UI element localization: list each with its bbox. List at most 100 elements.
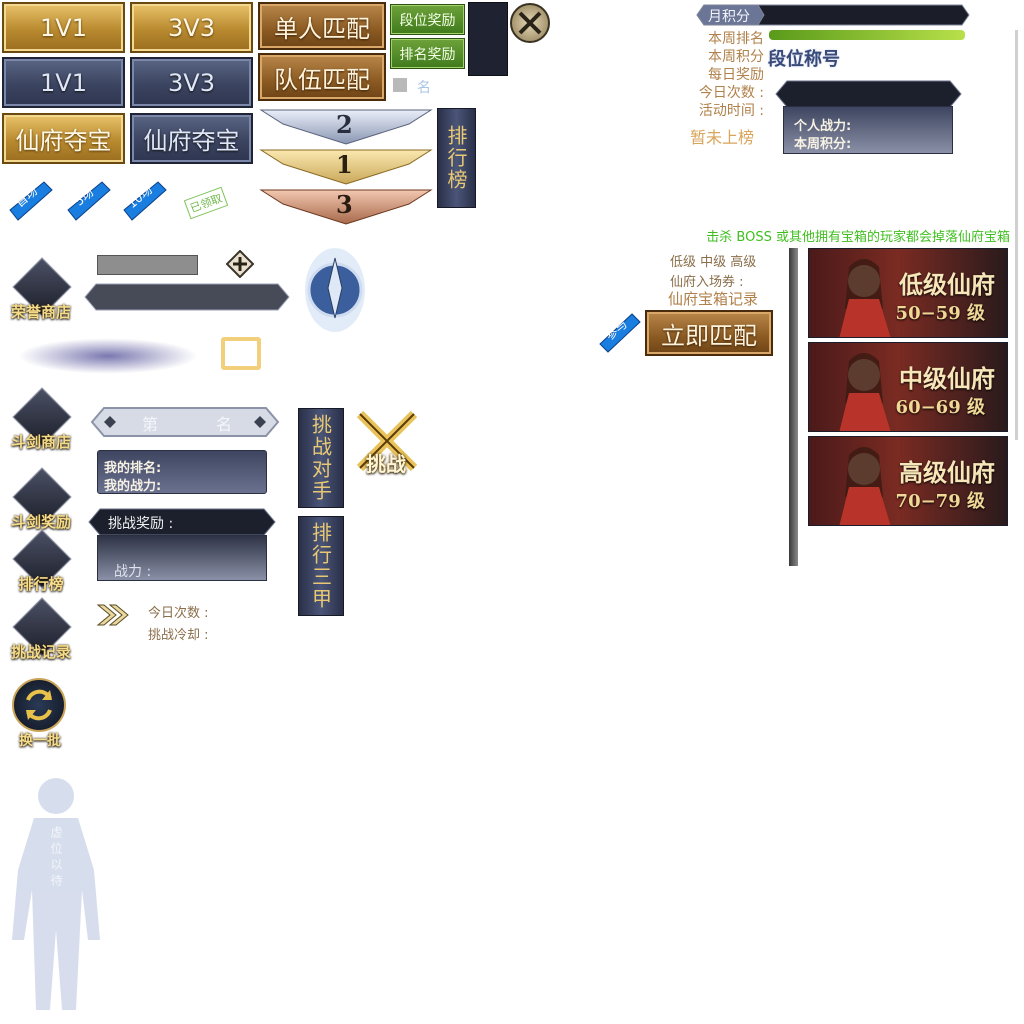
gold-3v3-label: 3V3 <box>168 13 215 42</box>
chest-record-link[interactable]: 仙府宝箱记录 <box>668 288 758 309</box>
match-now-label: 立即匹配 <box>661 321 757 350</box>
xianfu-card-low[interactable]: 低级仙府 50−59 级 <box>808 248 1008 338</box>
monthly-stats-panel: 个人战力: 本周积分: <box>783 106 953 154</box>
cooldown-label: 挑战冷却 : <box>148 628 209 643</box>
challenge-reward-header: 挑战奖励 : <box>88 508 276 536</box>
my-rank-label: 我的排名: <box>104 461 162 476</box>
slate-xianfu-button[interactable]: 仙府夺宝 <box>130 113 253 164</box>
rank-reward-label: 段位奖励 <box>399 12 456 29</box>
weekly-points-label: 本周积分 <box>708 49 764 65</box>
panel-power-label: 个人战力: <box>794 119 852 134</box>
ranking-reward-button[interactable]: 排名奖励 <box>390 38 465 69</box>
activity-time-label: 活动时间 : <box>698 103 764 119</box>
xianfu-card-high[interactable]: 高级仙府 70−79 级 <box>808 436 1008 526</box>
sword-shop-button[interactable]: 斗剑商店 <box>6 387 76 452</box>
top3-tab[interactable]: 排行三甲 <box>298 516 344 616</box>
today-count-label: 今日次数 : <box>698 85 764 101</box>
gold-3v3-button[interactable]: 3V3 <box>130 2 253 53</box>
ten-match-ribbon: 10场 <box>122 180 168 222</box>
gold-xianfu-label: 仙府夺宝 <box>15 127 112 155</box>
silhouette-text: 虚位以待 <box>49 826 63 890</box>
rank-slot-last: 名 <box>216 415 233 434</box>
gold-xianfu-button[interactable]: 仙府夺宝 <box>2 113 125 164</box>
slate-3v3-button[interactable]: 3V3 <box>130 57 253 108</box>
plus-icon[interactable] <box>225 249 255 279</box>
podium-second-label: 2 <box>336 110 353 139</box>
slate-3v3-label: 3V3 <box>168 68 215 97</box>
rank-marker-box <box>393 78 407 92</box>
ranking-menu-label: 排行榜 <box>18 575 64 593</box>
team-match-button[interactable]: 队伍匹配 <box>258 53 386 101</box>
challenge-badge-label: 挑战 <box>366 452 406 476</box>
placeholder-silhouette: 虚位以待 <box>4 770 104 1014</box>
honor-shop-label: 荣誉商店 <box>10 303 71 321</box>
honor-shop-button[interactable]: 荣誉商店 <box>6 257 76 322</box>
ranking-menu-button[interactable]: 排行榜 <box>6 529 76 594</box>
rank-reward-button[interactable]: 段位奖励 <box>390 4 465 35</box>
challenge-opponent-tab-label: 挑战对手 <box>308 414 333 502</box>
xianfu-card-low-title: 低级仙府 <box>899 270 995 299</box>
podium-third-label: 3 <box>336 190 353 219</box>
ranking-reward-label: 排名奖励 <box>399 46 456 63</box>
five-match-ribbon: 5场 <box>66 180 112 222</box>
claimed-stamp-label: 已领取 <box>188 191 224 216</box>
gold-1v1-button[interactable]: 1V1 <box>2 2 125 53</box>
xianfu-levels-line: 低级 中级 高级 <box>670 255 757 270</box>
dark-panel-slot <box>468 2 508 76</box>
close-icon[interactable] <box>510 3 550 43</box>
join-ribbon: 参与 <box>598 312 642 354</box>
xianfu-card-low-range: 50−59 级 <box>895 303 985 324</box>
xianfu-card-mid-title: 中级仙府 <box>899 364 995 393</box>
daily-reward-label: 每日奖励 <box>708 67 764 83</box>
gold-1v1-label: 1V1 <box>40 13 87 42</box>
rank-title-label: 段位称号 <box>768 49 840 70</box>
xianfu-scrollbar[interactable] <box>789 248 798 566</box>
refresh-button[interactable]: 换一批 <box>10 678 70 750</box>
weekly-rank-label: 本周排名 <box>708 31 764 47</box>
monthly-panel-header <box>775 80 962 108</box>
daily-count-label: 今日次数 : <box>148 606 209 621</box>
claimed-stamp: 已领取 <box>183 186 229 220</box>
rank-marker-label: 名 <box>417 80 431 96</box>
sword-emblem-icon <box>302 238 368 338</box>
monthly-progress-fill <box>769 30 965 40</box>
challenge-reward-label: 挑战奖励 : <box>108 516 174 532</box>
dark-name-bar <box>84 283 290 311</box>
top3-tab-label: 排行三甲 <box>308 522 333 610</box>
monthly-points-bar: 月积分 <box>696 4 970 26</box>
right-edge-divider <box>1015 30 1018 440</box>
rank-slot-bar: 第 名 <box>90 406 280 438</box>
xianfu-card-mid-range: 60−69 级 <box>895 397 985 418</box>
solo-match-button[interactable]: 单人匹配 <box>258 2 386 50</box>
challenge-badge-button[interactable]: 挑战 <box>350 408 424 480</box>
double-chevron-icon[interactable] <box>96 603 130 627</box>
xianfu-card-high-title: 高级仙府 <box>899 458 995 487</box>
challenge-reward-panel: 战力 : <box>97 535 267 581</box>
gold-frame-slot <box>221 337 261 370</box>
input-bar <box>97 255 198 275</box>
sword-shop-label: 斗剑商店 <box>10 433 71 451</box>
xianfu-notice: 击杀 BOSS 或其他拥有宝箱的玩家都会掉落仙府宝箱 <box>706 230 1010 245</box>
refresh-label: 换一批 <box>19 733 61 749</box>
challenge-record-button[interactable]: 挑战记录 <box>6 597 76 662</box>
my-power-label: 我的战力: <box>104 479 162 494</box>
slate-xianfu-label: 仙府夺宝 <box>143 127 240 155</box>
xianfu-card-mid[interactable]: 中级仙府 60−69 级 <box>808 342 1008 432</box>
team-match-label: 队伍匹配 <box>274 65 370 94</box>
leaderboard-tab-label: 排行榜 <box>444 125 468 191</box>
slate-1v1-label: 1V1 <box>40 68 87 97</box>
match-now-button[interactable]: 立即匹配 <box>645 310 773 356</box>
xianfu-card-high-range: 70−79 级 <box>895 491 985 512</box>
monthly-points-header: 月积分 <box>708 9 750 25</box>
slate-1v1-button[interactable]: 1V1 <box>2 57 125 108</box>
my-info-panel: 我的排名: 我的战力: <box>97 450 267 494</box>
first-match-ribbon: 首场 <box>8 180 54 222</box>
sword-reward-button[interactable]: 斗剑奖励 <box>6 467 76 532</box>
solo-match-label: 单人匹配 <box>274 14 370 43</box>
glow-ellipse <box>18 338 198 374</box>
leaderboard-tab[interactable]: 排行榜 <box>437 108 476 208</box>
panel-points-label: 本周积分: <box>794 137 852 152</box>
not-ranked-label: 暂未上榜 <box>690 128 755 147</box>
challenge-opponent-tab[interactable]: 挑战对手 <box>298 408 344 508</box>
refresh-icon <box>12 678 66 732</box>
